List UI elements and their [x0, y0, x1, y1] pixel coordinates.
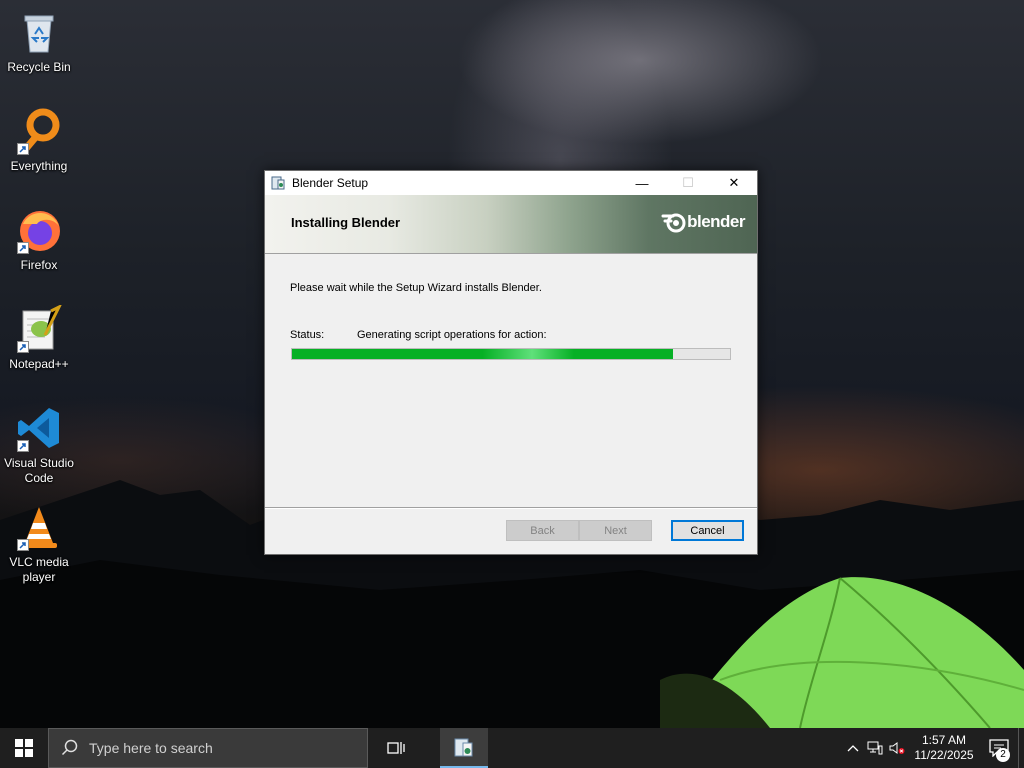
tent-illustration — [660, 577, 1024, 728]
blender-logo-text: blender — [687, 212, 745, 231]
start-button[interactable] — [0, 728, 48, 768]
dialog-body: Please wait while the Setup Wizard insta… — [265, 254, 757, 506]
recycle-bin-icon — [15, 8, 63, 56]
volume-button[interactable] — [886, 728, 908, 768]
window-title: Blender Setup — [292, 176, 369, 190]
maximize-button: ☐ — [682, 175, 694, 190]
install-message: Please wait while the Setup Wizard insta… — [290, 282, 542, 294]
blender-logo-icon — [661, 213, 686, 233]
close-button[interactable]: ✕ — [711, 171, 757, 195]
shortcut-arrow-icon — [17, 440, 29, 452]
windows-logo-icon — [15, 739, 33, 757]
desktop-icon-label: VLC media player — [9, 555, 69, 584]
page-heading: Installing Blender — [291, 215, 401, 230]
shortcut-arrow-icon — [17, 341, 29, 353]
task-view-icon — [387, 742, 405, 754]
desktop-icon-label: Firefox — [20, 258, 58, 272]
progress-fill — [292, 349, 674, 359]
desktop-icon-recycle-bin[interactable]: Recycle Bin — [2, 8, 76, 75]
desktop-icon-vlc[interactable]: VLC media player — [2, 503, 76, 585]
taskbar-blender-setup-button[interactable] — [440, 728, 488, 768]
install-progress-bar — [291, 348, 731, 360]
minimize-button[interactable]: — — [619, 171, 665, 195]
footer-separator — [265, 507, 757, 509]
desktop-icon-firefox[interactable]: Firefox — [2, 206, 76, 273]
shortcut-arrow-icon — [17, 143, 29, 155]
search-icon — [61, 739, 78, 756]
installer-app-icon — [454, 738, 473, 757]
show-desktop-button[interactable] — [1018, 728, 1024, 768]
blender-logo: blender — [661, 211, 745, 233]
shortcut-arrow-icon — [17, 242, 29, 254]
action-center-button[interactable]: 2 — [980, 728, 1018, 768]
status-label: Status: — [290, 329, 325, 341]
desktop-icon-vscode[interactable]: Visual Studio Code — [2, 404, 76, 486]
clock-time: 1:57 AM — [921, 733, 967, 747]
chevron-up-icon — [847, 745, 859, 752]
header-banner: Installing Blender blender — [265, 195, 757, 254]
notepad-plus-plus-icon — [15, 303, 63, 353]
desktop-icon-everything[interactable]: Everything — [2, 107, 76, 174]
search-placeholder: Type here to search — [89, 740, 213, 756]
desktop-icon-label: Visual Studio Code — [4, 456, 74, 485]
taskbar-search-box[interactable]: Type here to search — [48, 728, 368, 768]
network-button[interactable] — [864, 728, 886, 768]
status-text: Generating script operations for action: — [357, 329, 547, 341]
vscode-icon — [15, 404, 63, 452]
desktop-icon-label: Everything — [10, 159, 68, 173]
everything-search-icon — [15, 107, 63, 155]
task-view-button[interactable] — [372, 728, 420, 768]
shortcut-arrow-icon — [17, 539, 29, 551]
show-hidden-icons-button[interactable] — [842, 728, 864, 768]
desktop-icon-label: Recycle Bin — [7, 60, 71, 74]
desktop-icon-label: Notepad++ — [9, 357, 69, 371]
volume-muted-icon — [889, 742, 905, 754]
desktop-icon-notepad-plus-plus[interactable]: Notepad++ — [2, 303, 76, 372]
blender-setup-dialog: Blender Setup — ☐ ✕ Installing Blender b… — [264, 170, 758, 555]
clock-date: 11/22/2025 — [914, 748, 974, 762]
next-button: Next — [579, 520, 652, 541]
vlc-icon — [15, 503, 63, 551]
cancel-button[interactable]: Cancel — [671, 520, 744, 541]
taskbar-clock[interactable]: 1:57 AM 11/22/2025 — [908, 733, 980, 763]
back-button: Back — [506, 520, 579, 541]
notification-count-badge: 2 — [996, 748, 1010, 762]
title-bar[interactable]: Blender Setup — ☐ ✕ — [265, 171, 757, 195]
firefox-icon — [15, 206, 63, 254]
system-tray: 1:57 AM 11/22/2025 2 — [842, 728, 1024, 768]
network-icon — [867, 741, 883, 755]
installer-app-icon — [271, 176, 285, 190]
taskbar: Type here to search 1:57 AM 11/22/2025 2 — [0, 728, 1024, 768]
